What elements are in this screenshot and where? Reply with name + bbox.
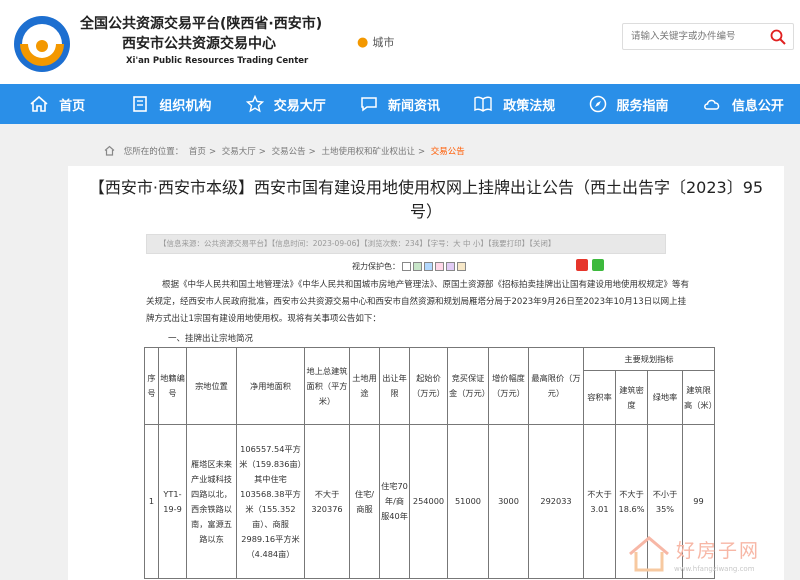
breadcrumb-current[interactable]: 交易公告: [431, 147, 465, 157]
site-title-line2: 西安市公共资源交易中心: [122, 36, 276, 52]
color-swatch[interactable]: [413, 262, 422, 271]
nav-item-trading-hall[interactable]: 交易大厅: [229, 84, 343, 124]
home-icon: [104, 145, 115, 156]
th-location: 宗地位置: [186, 347, 237, 425]
nav-item-policy[interactable]: 政策法规: [457, 84, 571, 124]
section-heading: 一、挂牌出让宗地简况: [168, 334, 254, 344]
cell-usage: 住宅/商服: [349, 424, 380, 579]
nav-item-service-guide[interactable]: 服务指南: [571, 84, 685, 124]
th-density: 建筑密度: [615, 370, 648, 425]
cell-far: 不大于3.01: [583, 424, 616, 579]
logo-icon: [14, 16, 70, 72]
building-icon: [133, 96, 148, 112]
protect-label: 视力保护色：: [352, 262, 400, 271]
color-swatch[interactable]: [402, 262, 411, 271]
breadcrumb-separator: >: [208, 147, 217, 157]
breadcrumb-prefix: 您所在的位置：: [123, 147, 184, 157]
breadcrumb-link[interactable]: 交易大厅: [222, 147, 256, 157]
breadcrumb-separator: >: [417, 147, 426, 157]
cell-deposit: 51000: [447, 424, 489, 579]
home-icon: [30, 95, 48, 112]
city-label: 城市: [372, 36, 395, 49]
article-paragraph: 根据《中华人民共和国土地管理法》《中华人民共和国城市房地产管理法》、原国土资源部…: [146, 280, 690, 324]
th-height: 建筑限高（米）: [682, 370, 717, 425]
th-increment: 增价幅度（万元）: [488, 347, 529, 425]
search-input[interactable]: [623, 24, 763, 49]
cell-max-price: 292033: [528, 424, 584, 579]
th-area: 净用地面积: [236, 347, 305, 425]
share-buttons: [576, 259, 608, 271]
nav-label: 新闻资讯: [387, 98, 440, 114]
nav-item-disclosure[interactable]: 信息公开: [686, 84, 800, 124]
site-title[interactable]: 全国公共资源交易平台(陕西省·西安市) 西安市公共资源交易中心 Xi'an Pu…: [80, 14, 322, 68]
watermark-house-icon: [629, 536, 669, 572]
watermark-url: www.hfangziwang.com: [674, 565, 755, 573]
nav-label: 政策法规: [503, 98, 556, 114]
site-title-en: Xi'an Public Resources Trading Center: [126, 56, 309, 66]
breadcrumb: 您所在的位置： 首页 > 交易大厅 > 交易公告 > 土地使用权和矿业权出让 > 交易公…: [104, 145, 468, 157]
book-icon: [474, 96, 492, 112]
th-term: 出让年限: [379, 347, 410, 425]
th-far: 容积率: [583, 370, 616, 425]
watermark-text: 好房子网: [676, 540, 761, 562]
search-icon[interactable]: [770, 29, 786, 45]
th-start-price: 起始价（万元）: [409, 347, 448, 425]
cell-seq: 1: [144, 424, 159, 579]
wechat-share-icon[interactable]: [592, 259, 604, 271]
site-header: 全国公共资源交易平台(陕西省·西安市) 西安市公共资源交易中心 Xi'an Pu…: [0, 0, 800, 84]
nav-label: 交易大厅: [273, 98, 326, 114]
color-swatch[interactable]: [435, 262, 444, 271]
city-selector[interactable]: ● 城市: [357, 34, 394, 50]
nav-label: 组织机构: [159, 98, 212, 114]
breadcrumb-link[interactable]: 交易公告: [272, 147, 306, 157]
article-panel: 【西安市·西安市本级】西安市国有建设用地使用权网上挂牌出让公告（西土出告字〔20…: [68, 166, 784, 580]
cell-increment: 3000: [488, 424, 529, 579]
nav-label: 首页: [59, 98, 86, 114]
location-pin-icon: ●: [357, 35, 369, 50]
article-title: 【西安市·西安市本级】西安市国有建设用地使用权网上挂牌出让公告（西土出告字〔20…: [88, 178, 764, 221]
cell-term: 住宅70年/商服40年: [379, 424, 410, 579]
color-swatch[interactable]: [446, 262, 455, 271]
cell-start-price: 254000: [409, 424, 448, 579]
site-title-line1: 全国公共资源交易平台(陕西省·西安市): [80, 16, 323, 32]
th-green: 绿地率: [647, 370, 683, 425]
breadcrumb-separator: >: [308, 147, 316, 157]
nav-item-organization[interactable]: 组织机构: [114, 84, 228, 124]
breadcrumb-link[interactable]: 首页: [189, 147, 206, 157]
cell-gfa: 不大于320376: [304, 424, 350, 579]
nav-item-news[interactable]: 新闻资讯: [343, 84, 457, 124]
star-icon: [245, 95, 264, 113]
breadcrumb-separator: >: [258, 147, 266, 157]
color-swatch[interactable]: [424, 262, 433, 271]
nav-item-home[interactable]: 首页: [0, 84, 114, 124]
article-info-bar: 【信息来源：公共资源交易平台】【信息时间：2023-09-06】【浏览次数：23…: [146, 234, 666, 254]
th-deposit: 竞买保证金（万元）: [447, 347, 490, 425]
cell-area: 106557.54平方米（159.836亩）其中住宅103568.38平方米（1…: [236, 424, 305, 579]
weibo-share-icon[interactable]: [576, 259, 588, 271]
th-seq: 序号: [144, 347, 159, 425]
th-usage: 土地用途: [349, 347, 380, 425]
chat-icon: [361, 97, 377, 112]
th-planning-group: 主要规划指标: [583, 347, 715, 371]
nav-label: 信息公开: [731, 98, 784, 114]
breadcrumb-link[interactable]: 土地使用权和矿业权出让: [321, 147, 415, 157]
watermark: 好房子网 www.hfangziwang.com: [624, 532, 794, 578]
cell-parcel: YT1-19-9: [158, 424, 187, 579]
color-swatch[interactable]: [457, 262, 466, 271]
th-parcel: 地籍编号: [158, 347, 187, 425]
th-gfa: 地上总建筑面积（平方米）: [304, 347, 350, 425]
eye-protection-colors: 视力保护色：: [352, 261, 466, 272]
th-max-price: 最高限价（万元）: [528, 347, 584, 425]
nav-label: 服务指南: [616, 98, 669, 114]
compass-icon: [589, 95, 606, 113]
cloud-icon: [703, 99, 720, 110]
search-box: [622, 23, 794, 50]
main-nav: 首页 组织机构 交易大厅 新闻资讯 政策法规 服务指南 信息公开: [0, 84, 800, 124]
cell-location: 雁塔区未来产业城科技四路以北，西余铁路以南，富源五路以东: [186, 424, 237, 579]
